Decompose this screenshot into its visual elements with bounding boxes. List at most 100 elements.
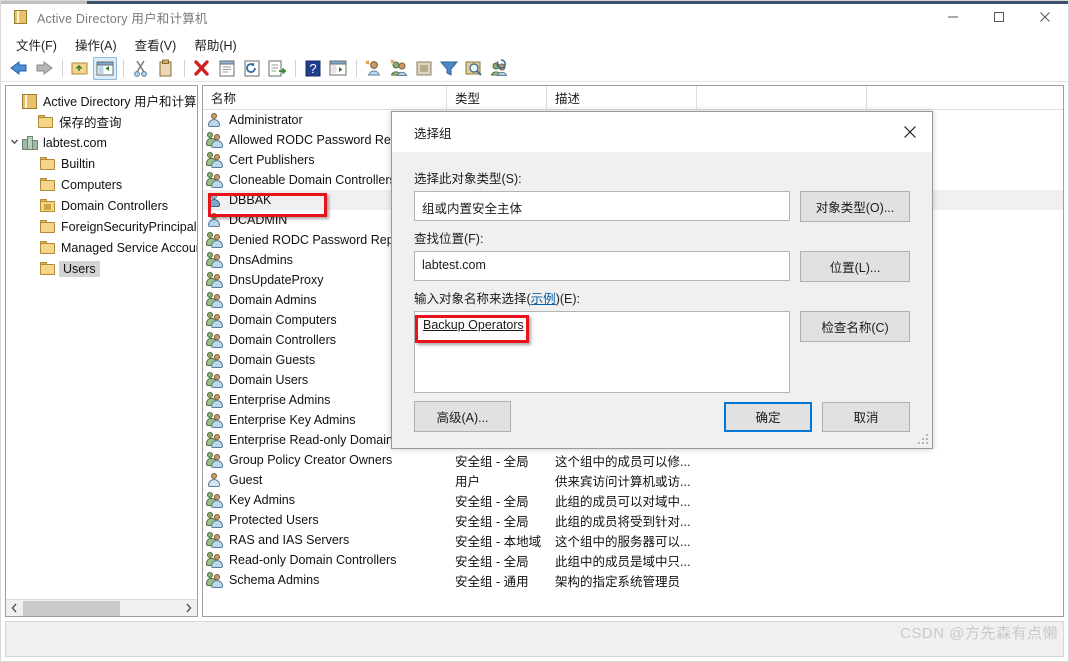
menu-item-help[interactable]: 帮助(H) — [185, 33, 245, 56]
group-icon — [206, 172, 225, 188]
forward-icon[interactable] — [32, 57, 56, 80]
tree-node-label: Domain Controllers — [61, 198, 168, 213]
list-item-desc: 此组中的成员是域中只... — [555, 554, 691, 569]
cancel-button[interactable]: 取消 — [822, 401, 910, 432]
back-icon[interactable] — [7, 57, 31, 80]
tree-node-labtest-com[interactable]: labtest.com — [6, 132, 197, 153]
list-item[interactable]: Schema Admins 安全组 - 通用 架构的指定系统管理员 — [203, 570, 1063, 590]
toolbar-separator — [184, 59, 185, 77]
new-user-icon[interactable] — [362, 57, 386, 80]
list-item-name: Key Admins — [229, 493, 296, 507]
chevron-left-icon[interactable] — [6, 600, 23, 617]
menu-item-file[interactable]: 文件(F) — [7, 33, 66, 56]
folder-icon — [40, 219, 57, 235]
cut-icon[interactable] — [129, 57, 153, 80]
locations-button[interactable]: 位置(L)... — [800, 251, 910, 282]
tree-pane: Active Directory 用户和计算机 保存的查询 labtest.co… — [5, 85, 198, 617]
dialog-title: 选择组 — [414, 126, 452, 141]
list-item-type: 用户 — [455, 474, 481, 489]
object-types-button[interactable]: 对象类型(O)... — [800, 191, 910, 222]
group-icon — [206, 412, 225, 428]
refresh-icon[interactable] — [240, 57, 264, 80]
resize-grip[interactable] — [918, 434, 929, 445]
check-names-button[interactable]: 检查名称(C) — [800, 311, 910, 342]
close-icon[interactable] — [888, 112, 932, 152]
chevron-down-icon[interactable] — [6, 137, 22, 149]
tree-node-label: Builtin — [61, 156, 96, 171]
menu-item-view[interactable]: 查看(V) — [126, 33, 186, 56]
close-icon[interactable] — [1022, 1, 1068, 32]
window-top-edge — [1, 1, 1068, 4]
tree-node-saved-queries[interactable]: 保存的查询 — [6, 111, 197, 132]
folder-icon — [40, 261, 57, 277]
tree-node-root[interactable]: Active Directory 用户和计算机 — [6, 90, 197, 111]
ok-button[interactable]: 确定 — [724, 401, 812, 432]
tree-node-foreign-security-principals[interactable]: ForeignSecurityPrincipals — [6, 216, 197, 237]
export-list-icon[interactable] — [265, 57, 289, 80]
tree-node-users[interactable]: Users — [6, 258, 197, 279]
tree-node-builtin[interactable]: Builtin — [6, 153, 197, 174]
svg-text:?: ? — [309, 61, 316, 76]
tree-node-domain-controllers[interactable]: Domain Controllers — [6, 195, 197, 216]
list-item[interactable]: Protected Users 安全组 - 全局 此组的成员将受到针对... — [203, 510, 1063, 530]
list-item[interactable]: Key Admins 安全组 - 全局 此组的成员可以对域中... — [203, 490, 1063, 510]
tree-horizontal-scrollbar[interactable] — [6, 599, 197, 616]
group-icon — [206, 492, 225, 508]
tree-node-label: Users — [59, 260, 100, 277]
examples-link[interactable]: 示例 — [531, 292, 556, 306]
folder-icon — [38, 114, 55, 130]
list-item[interactable]: Guest 用户 供来宾访问计算机或访... — [203, 470, 1063, 490]
minimize-icon[interactable] — [930, 1, 976, 32]
chevron-right-icon[interactable] — [180, 600, 197, 617]
tree-node-managed-service-accounts[interactable]: Managed Service Accounts — [6, 237, 197, 258]
window-controls — [930, 1, 1068, 32]
toolbar: ? — [1, 55, 1068, 82]
column-header-description[interactable]: 描述 — [547, 86, 697, 109]
list-item-name: Schema Admins — [229, 573, 320, 587]
scrollbar-track[interactable] — [23, 599, 180, 616]
user-icon — [207, 212, 225, 228]
tree-node-computers[interactable]: Computers — [6, 174, 197, 195]
new-group-icon[interactable] — [387, 57, 411, 80]
list-item[interactable]: Read-only Domain Controllers 安全组 - 全局 此组… — [203, 550, 1063, 570]
find-icon[interactable] — [462, 57, 486, 80]
list-item[interactable]: RAS and IAS Servers 安全组 - 本地域 这个组中的服务器可以… — [203, 530, 1063, 550]
object-type-row: 组或内置安全主体 对象类型(O)... — [414, 191, 910, 222]
menu-item-action[interactable]: 操作(A) — [66, 33, 126, 56]
paste-icon[interactable] — [154, 57, 178, 80]
properties-icon[interactable] — [215, 57, 239, 80]
delete-icon[interactable] — [190, 57, 214, 80]
folder-dc-icon — [40, 198, 57, 214]
console-book-icon — [13, 9, 29, 25]
filter-icon[interactable] — [437, 57, 461, 80]
console-window-icon[interactable] — [326, 57, 350, 80]
user-guest-icon — [207, 472, 225, 488]
object-names-label-post: )(E): — [555, 292, 580, 306]
show-hide-tree-icon[interactable] — [93, 56, 117, 80]
object-type-field[interactable]: 组或内置安全主体 — [414, 191, 790, 221]
group-icon — [206, 252, 225, 268]
column-header-type[interactable]: 类型 — [447, 86, 547, 109]
column-header-name[interactable]: 名称 — [203, 86, 447, 109]
dialog-body: 选择此对象类型(S): 组或内置安全主体 对象类型(O)... 查找位置(F):… — [392, 152, 932, 393]
scrollbar-thumb[interactable] — [23, 600, 120, 616]
object-names-field[interactable]: Backup Operators — [414, 311, 790, 393]
tree-node-label: ForeignSecurityPrincipals — [61, 219, 197, 234]
change-domain-icon[interactable] — [487, 57, 511, 80]
maximize-icon[interactable] — [976, 1, 1022, 32]
app-window: Active Directory 用户和计算机 文件(F) 操作(A) 查看(V… — [0, 0, 1069, 662]
toolbar-separator — [62, 59, 63, 77]
location-label: 查找位置(F): — [414, 232, 484, 246]
object-names-row: Backup Operators 检查名称(C) — [414, 311, 910, 393]
location-field[interactable]: labtest.com — [414, 251, 790, 281]
new-ou-icon[interactable] — [412, 57, 436, 80]
up-folder-icon[interactable] — [68, 57, 92, 80]
column-header-extra[interactable] — [697, 86, 867, 109]
list-item-desc: 架构的指定系统管理员 — [555, 574, 681, 589]
list-item-desc: 这个组中的成员可以修... — [555, 454, 691, 469]
help-icon[interactable]: ? — [301, 57, 325, 80]
advanced-button[interactable]: 高级(A)... — [414, 401, 511, 432]
list-item[interactable]: Group Policy Creator Owners 安全组 - 全局 这个组… — [203, 450, 1063, 470]
tree-node-label: Computers — [61, 177, 123, 192]
select-group-dialog: 选择组 选择此对象类型(S): 组或内置安全主体 对象类型(O)... 查找位置… — [391, 111, 933, 449]
